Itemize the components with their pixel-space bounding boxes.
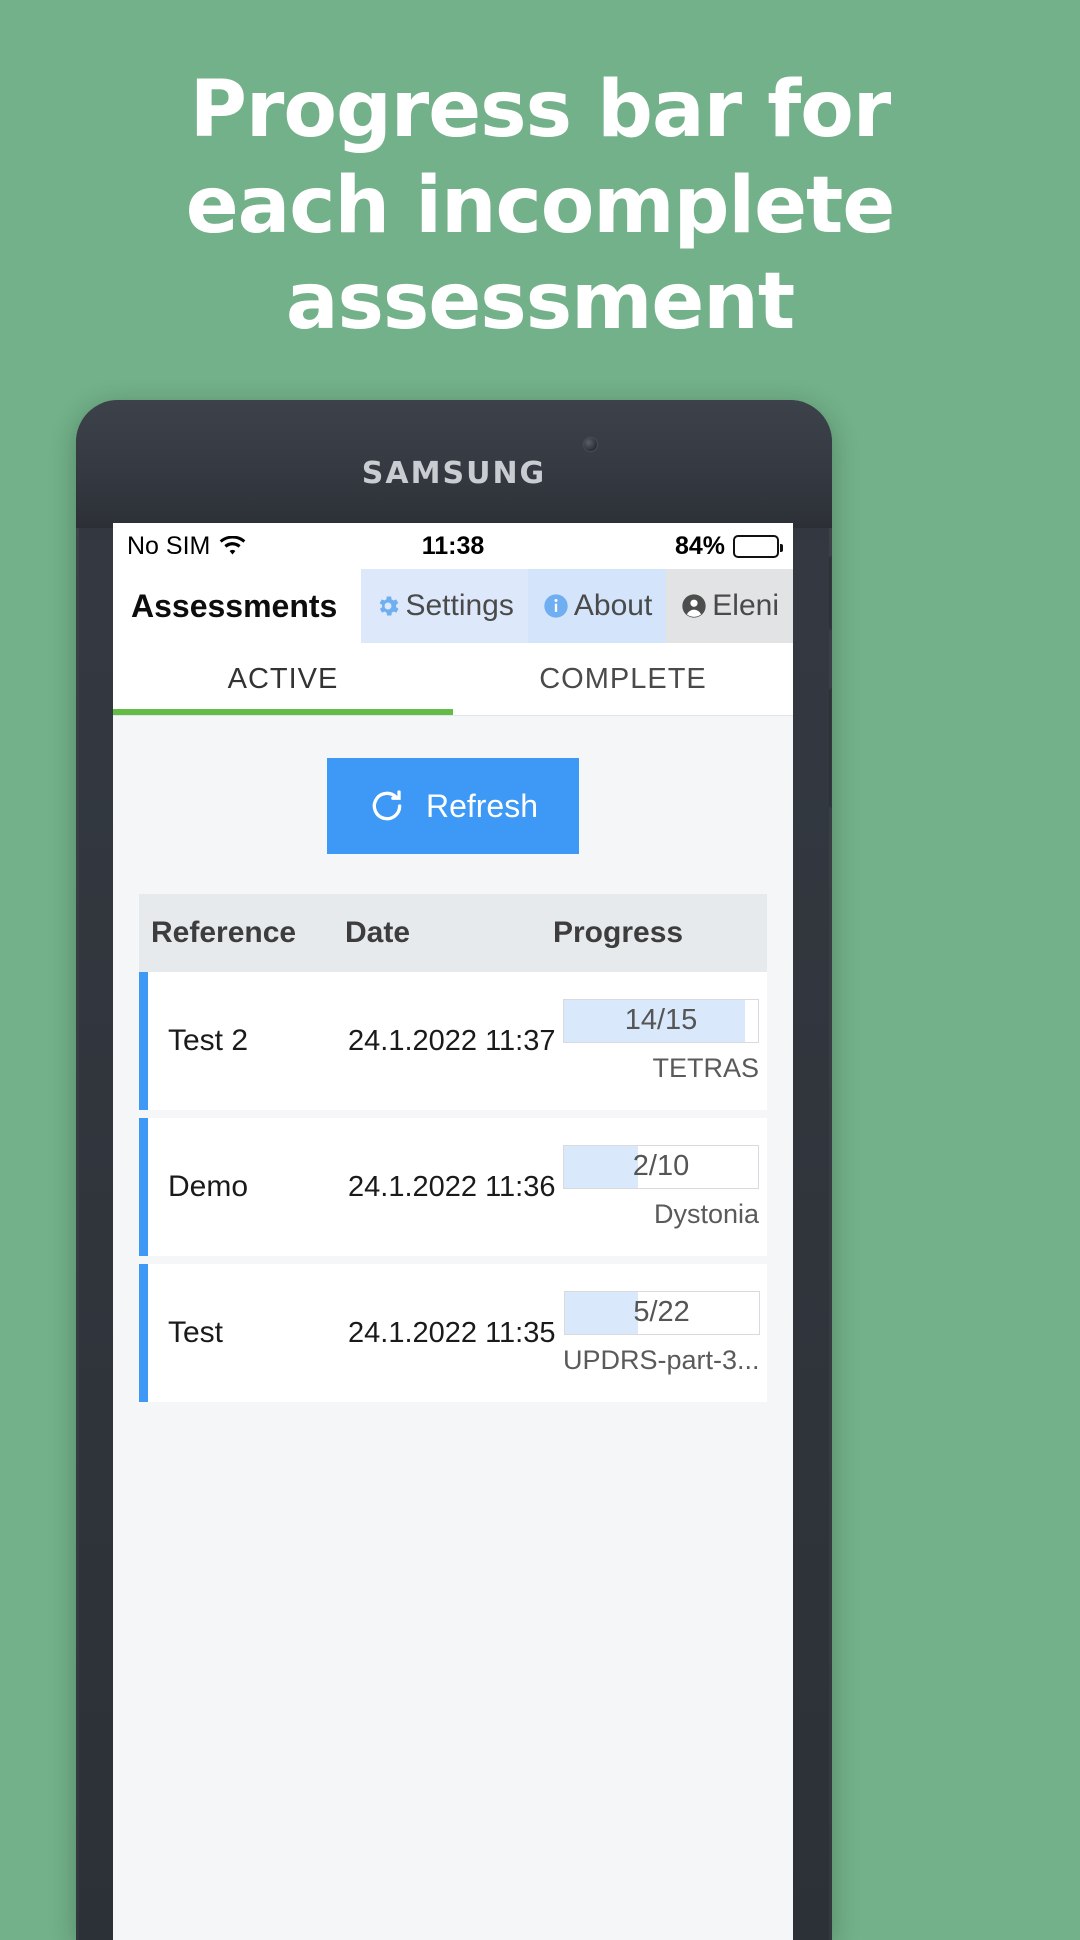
front-camera-icon (584, 438, 597, 451)
table-row[interactable]: Demo 24.1.2022 11:36 2/10 Dystonia (139, 1118, 767, 1256)
status-bar-right: 84% (674, 531, 783, 561)
assessments-table: Reference Date Progress Test 2 24.1.2022… (139, 894, 767, 1402)
table-header-row: Reference Date Progress (139, 894, 767, 972)
device-screen: No SIM 11:38 84% Assessments Settings Ab… (113, 523, 793, 1940)
row-reference: Test (168, 1316, 224, 1349)
tab-complete-label: COMPLETE (539, 662, 707, 695)
progress-bar-fill (564, 1145, 638, 1188)
status-bar: No SIM 11:38 84% (113, 523, 793, 569)
page-title: Assessments (131, 587, 338, 624)
app-toolbar: Assessments Settings About Eleni (113, 569, 793, 643)
row-progress: 5/22 UPDRS-part-3... (563, 1290, 768, 1376)
refresh-button-label: Refresh (425, 787, 539, 824)
refresh-row: Refresh (113, 716, 793, 894)
battery-icon (733, 534, 783, 558)
gear-icon (375, 593, 401, 619)
info-icon (542, 592, 570, 620)
assessment-type: TETRAS (652, 1052, 759, 1083)
battery-percent-label: 84% (674, 531, 725, 560)
progress-bar: 5/22 (563, 1290, 760, 1335)
column-header-reference: Reference (151, 916, 297, 949)
headline-line-3: assessment (285, 257, 795, 347)
headline-line-2: each incomplete (185, 161, 895, 251)
device-volume-button (829, 556, 832, 630)
device-mockup: SAMSUNG No SIM 11:38 84% Assessments Set… (76, 400, 832, 1940)
progress-label: 2/10 (632, 1150, 690, 1182)
about-button-label: About (573, 589, 653, 622)
row-date: 24.1.2022 11:35 (348, 1316, 556, 1349)
promo-headline: Progress bar for each incomplete assessm… (0, 62, 1080, 350)
table-row[interactable]: Test 24.1.2022 11:35 5/22 UPDRS-part-3..… (139, 1264, 767, 1402)
device-power-button (829, 688, 832, 808)
headline-line-1: Progress bar for (189, 65, 892, 155)
about-button[interactable]: About (527, 569, 667, 643)
tab-active-label: ACTIVE (227, 662, 339, 695)
assessment-type: Dystonia (653, 1198, 759, 1229)
assessment-type: UPDRS-part-3... (563, 1344, 760, 1375)
tab-bar: ACTIVE COMPLETE (113, 643, 793, 716)
row-date: 24.1.2022 11:36 (348, 1170, 556, 1203)
row-progress: 2/10 Dystonia (563, 1144, 767, 1230)
account-icon (680, 592, 708, 620)
settings-button[interactable]: Settings (361, 569, 528, 643)
device-top-bezel: SAMSUNG (76, 400, 832, 528)
progress-bar: 2/10 (563, 1144, 759, 1189)
device-brand-logo: SAMSUNG (361, 456, 547, 491)
row-reference: Demo (168, 1170, 249, 1203)
row-date: 24.1.2022 11:37 (348, 1024, 556, 1057)
settings-button-label: Settings (405, 589, 514, 622)
main-content: Refresh Reference Date Progress Test 2 2… (113, 716, 793, 1940)
user-account-button[interactable]: Eleni (666, 569, 793, 643)
refresh-icon (368, 787, 406, 825)
column-header-date: Date (345, 916, 411, 949)
progress-bar-fill (564, 1291, 639, 1334)
tab-complete[interactable]: COMPLETE (453, 643, 793, 715)
column-header-progress: Progress (553, 916, 684, 949)
row-reference: Test 2 (168, 1024, 249, 1057)
tab-active[interactable]: ACTIVE (113, 643, 453, 715)
progress-label: 14/15 (624, 1004, 698, 1036)
row-progress: 14/15 TETRAS (563, 998, 767, 1084)
refresh-button[interactable]: Refresh (327, 758, 579, 854)
progress-label: 5/22 (633, 1296, 690, 1328)
user-account-label: Eleni (712, 589, 779, 622)
table-row[interactable]: Test 2 24.1.2022 11:37 14/15 TETRAS (139, 972, 767, 1110)
progress-bar: 14/15 (563, 998, 759, 1043)
